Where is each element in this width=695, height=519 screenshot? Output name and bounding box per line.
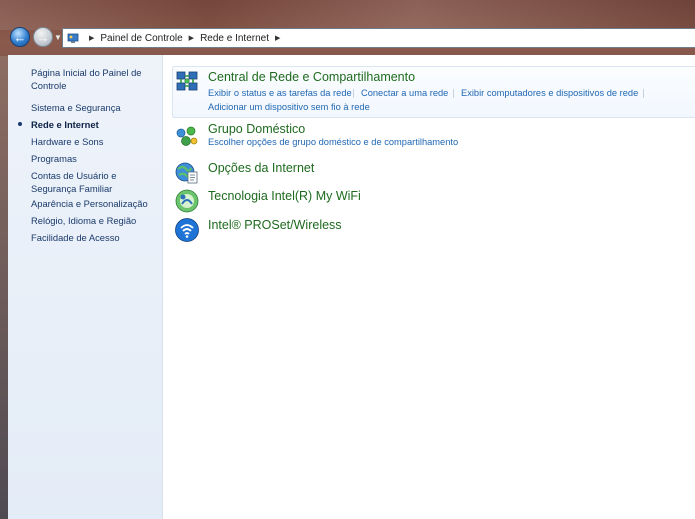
category-intel-proset-wireless[interactable]: Intel® PROSet/Wireless	[173, 215, 688, 243]
category-intel-my-wifi[interactable]: Tecnologia Intel(R) My WiFi	[173, 186, 688, 214]
sidebar-item-clock-language[interactable]: Relógio, Idioma e Região	[31, 214, 159, 227]
sidebar-item-hardware-sound[interactable]: Hardware e Sons	[31, 135, 159, 148]
main-content: Central de Rede e Compartilhamento Exibi…	[163, 55, 695, 519]
intel-my-wifi-icon	[175, 189, 199, 213]
internet-options-icon	[175, 162, 198, 184]
intel-proset-wireless-icon	[175, 218, 199, 242]
homegroup-icon	[176, 126, 198, 146]
category-title[interactable]: Central de Rede e Compartilhamento	[208, 70, 415, 84]
category-internet-options[interactable]: Opções da Internet	[173, 158, 688, 186]
breadcrumb-separator-icon[interactable]: ▶	[189, 34, 194, 42]
control-panel-icon	[67, 33, 79, 43]
link-connect-network[interactable]: Conectar a uma rede	[361, 88, 448, 98]
category-homegroup[interactable]: Grupo Doméstico Escolher opções de grupo…	[173, 121, 688, 153]
category-title[interactable]: Intel® PROSet/Wireless	[208, 218, 342, 232]
sidebar-item-network-internet[interactable]: Rede e Internet	[31, 118, 159, 131]
sidebar: Página Inicial do Painel de Controle Sis…	[8, 55, 163, 519]
category-title[interactable]: Tecnologia Intel(R) My WiFi	[208, 189, 361, 203]
link-view-network-status[interactable]: Exibir o status e as tarefas da rede	[208, 88, 352, 98]
sidebar-item-ease-of-access[interactable]: Facilidade de Acesso	[31, 231, 159, 244]
category-network-sharing[interactable]: Central de Rede e Compartilhamento Exibi…	[172, 66, 695, 118]
sidebar-item-appearance[interactable]: Aparência e Personalização	[31, 197, 159, 210]
network-sharing-icon	[176, 71, 198, 91]
link-divider	[353, 89, 354, 98]
sidebar-item-system-security[interactable]: Sistema e Segurança	[31, 101, 159, 114]
forward-arrow-icon: →	[36, 29, 50, 45]
link-divider	[643, 89, 644, 98]
sidebar-item-home[interactable]: Página Inicial do Painel de Controle	[31, 66, 159, 92]
back-arrow-icon: ←	[13, 29, 27, 45]
address-bar[interactable]: ▶ Painel de Controle ▶ Rede e Internet ▶	[62, 28, 695, 48]
navigation-bar: ← → ▼ ▶ Painel de Controle ▶ Rede e Inte…	[0, 26, 695, 54]
link-divider	[453, 89, 454, 98]
forward-button[interactable]: →	[33, 27, 53, 47]
category-title[interactable]: Grupo Doméstico	[208, 122, 305, 136]
recent-pages-dropdown[interactable]: ▼	[54, 33, 62, 42]
breadcrumb-separator-icon[interactable]: ▶	[89, 34, 94, 42]
link-add-wireless-device[interactable]: Adicionar um dispositivo sem fio à rede	[208, 102, 370, 112]
back-button[interactable]: ←	[10, 27, 30, 47]
breadcrumb-network-internet[interactable]: Rede e Internet	[200, 33, 269, 44]
category-title[interactable]: Opções da Internet	[208, 161, 314, 175]
link-homegroup-options[interactable]: Escolher opções de grupo doméstico e de …	[208, 137, 458, 147]
breadcrumb-control-panel[interactable]: Painel de Controle	[100, 33, 182, 44]
sidebar-item-user-accounts[interactable]: Contas de Usuário e Segurança Familiar	[31, 169, 159, 195]
link-view-network-devices[interactable]: Exibir computadores e dispositivos de re…	[461, 88, 638, 98]
active-bullet-icon	[18, 122, 22, 126]
breadcrumb-separator-icon[interactable]: ▶	[275, 34, 280, 42]
sidebar-item-programs[interactable]: Programas	[31, 152, 159, 165]
